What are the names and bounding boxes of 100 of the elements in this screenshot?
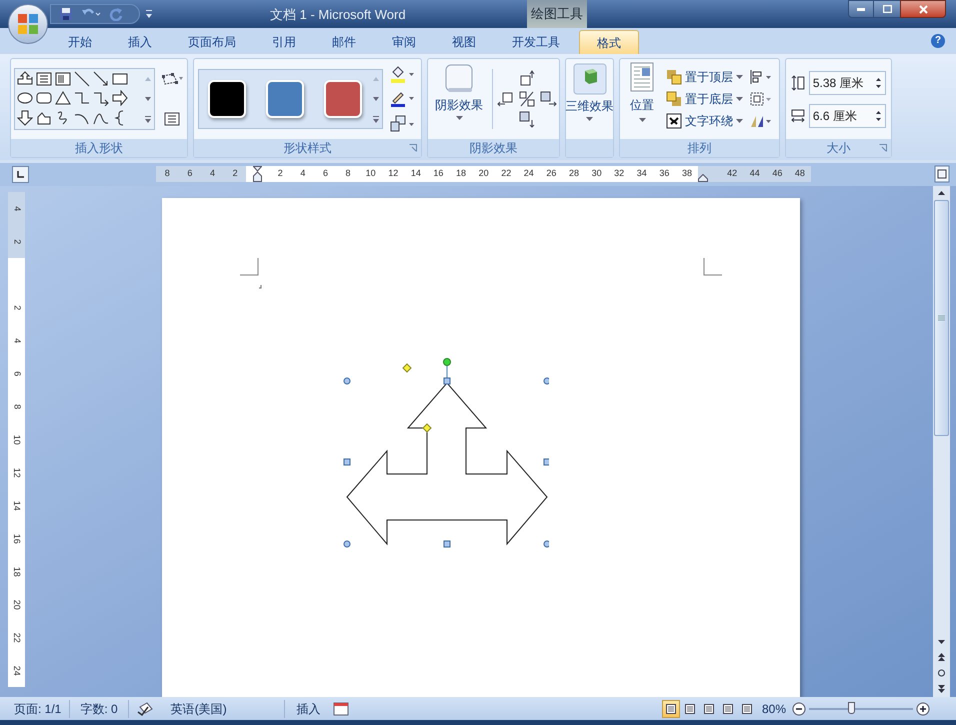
double-arrow-shape[interactable] [346, 382, 548, 546]
fill-bucket-icon[interactable] [389, 66, 415, 84]
scrollbar-thumb[interactable] [934, 200, 949, 436]
page-count[interactable]: 页面: 1/1 [0, 700, 70, 718]
word-count[interactable]: 字数: 0 [70, 700, 129, 718]
proofing-icon[interactable] [136, 700, 155, 716]
text-wrapping-button[interactable]: 文字环绕 [666, 112, 743, 130]
ruler-number: 10 [359, 166, 382, 182]
nudge-down-icon[interactable] [518, 110, 536, 128]
help-button[interactable]: ? [931, 34, 945, 48]
right-arrow-icon[interactable] [112, 90, 128, 106]
language-indicator[interactable]: 英语(美国) [162, 700, 285, 718]
style-swatch[interactable] [324, 80, 362, 118]
tab-selector-button[interactable] [12, 166, 29, 183]
rectangle-icon[interactable] [112, 71, 128, 87]
ruler-number: 4 [292, 166, 314, 182]
resize-handle[interactable] [444, 378, 450, 384]
nudge-up-icon[interactable] [518, 70, 536, 88]
resize-handle[interactable] [444, 540, 450, 548]
spinner-icon[interactable] [875, 108, 882, 122]
change-shape-icon[interactable] [389, 114, 415, 132]
office-button[interactable] [8, 4, 48, 44]
position-button[interactable]: 位置 [624, 62, 660, 136]
oval-icon[interactable] [17, 90, 33, 106]
triangle-icon[interactable] [55, 90, 71, 106]
resize-handle[interactable] [344, 540, 350, 548]
send-to-back-button[interactable]: 置于底层 [666, 90, 743, 108]
shadow-effects-button[interactable]: 阴影效果 [430, 62, 488, 136]
nudge-right-icon[interactable] [538, 90, 557, 108]
style-gallery[interactable] [198, 69, 383, 129]
ribbon-tab[interactable]: 页面布局 [171, 30, 253, 54]
resize-handle[interactable] [544, 458, 549, 466]
freeform-shape-icon[interactable] [36, 110, 52, 126]
ribbon-tab[interactable]: 引用 [255, 30, 313, 54]
bring-to-front-button[interactable]: 置于顶层 [666, 68, 743, 86]
nudge-left-icon[interactable] [497, 90, 516, 108]
dropdown-arrow-icon [586, 117, 593, 121]
save-icon[interactable] [59, 7, 73, 21]
right-indent-marker-icon[interactable] [698, 174, 708, 182]
ruler-number: 2 [11, 239, 24, 244]
ribbon-tab[interactable]: 审阅 [375, 30, 433, 54]
pen-icon[interactable] [389, 90, 415, 108]
ribbon-tab[interactable]: 开发工具 [495, 30, 577, 54]
vertical-text-box-icon[interactable] [55, 71, 71, 87]
customize-menu-icon[interactable] [145, 9, 153, 19]
resize-handle[interactable] [544, 378, 549, 384]
adjustment-handle[interactable] [402, 363, 412, 373]
print-layout-button[interactable] [662, 700, 680, 718]
ribbon-tab[interactable]: 插入 [111, 30, 169, 54]
3d-effects-button[interactable]: 三维效果 [566, 63, 613, 121]
maximize-button[interactable] [874, 0, 900, 18]
elbow-connector-icon[interactable] [74, 90, 90, 106]
zoom-slider-thumb[interactable] [848, 702, 855, 714]
position-icon [630, 62, 654, 92]
dropdown-arrow-icon [736, 97, 743, 101]
group-footer [566, 139, 613, 157]
dialog-launcher-icon[interactable] [409, 144, 417, 152]
shapes-gallery[interactable] [14, 68, 155, 130]
height-field[interactable]: 5.38 厘米 [808, 70, 886, 94]
down-arrow-icon[interactable] [17, 110, 33, 126]
ruler-number: 12 [382, 166, 405, 182]
shadow-toggle-icon[interactable] [518, 90, 536, 108]
indent-marker-icon[interactable] [253, 166, 262, 182]
text-box-icon[interactable] [36, 71, 52, 87]
ruler-number: 2 [268, 166, 292, 182]
ribbon-tab[interactable]: 视图 [435, 30, 493, 54]
minimize-button[interactable] [848, 0, 874, 18]
insert-mode-indicator[interactable]: 插入 [284, 700, 333, 718]
ribbon-tab[interactable]: 格式 [579, 30, 639, 54]
group-label: 排列 [620, 139, 779, 157]
bent-arrow-icon[interactable] [17, 71, 33, 87]
zoom-in-icon[interactable] [916, 702, 930, 716]
style-swatch[interactable] [208, 80, 246, 118]
arrow-icon[interactable] [93, 71, 109, 87]
dialog-launcher-icon[interactable] [879, 144, 887, 152]
spinner-icon[interactable] [875, 76, 882, 90]
adjustment-handle[interactable] [422, 423, 432, 433]
line-icon[interactable] [74, 71, 90, 87]
zoom-level[interactable]: 80% [756, 700, 792, 718]
zoom-out-icon[interactable] [792, 702, 806, 716]
edit-shape-icon[interactable] [161, 72, 183, 86]
window-title: 文档 1 - Microsoft Word [270, 6, 406, 24]
align-icon[interactable] [749, 69, 773, 85]
rotation-handle[interactable] [443, 358, 451, 380]
text-box-icon[interactable] [164, 112, 180, 126]
elbow-arrow-icon[interactable] [93, 90, 109, 106]
resize-handle[interactable] [544, 540, 549, 548]
ribbon-tab[interactable]: 开始 [51, 30, 109, 54]
width-field[interactable]: 6.6 厘米 [808, 104, 886, 128]
ribbon-tab[interactable]: 邮件 [315, 30, 373, 54]
view-ruler-icon[interactable] [934, 165, 950, 183]
ruler-number: 20 [472, 166, 495, 182]
rounded-rectangle-icon[interactable] [36, 90, 52, 106]
macro-recording-icon[interactable] [332, 702, 349, 716]
resize-handle[interactable] [344, 378, 350, 384]
close-button[interactable] [900, 0, 946, 18]
left-tab-icon [17, 171, 24, 178]
style-swatch[interactable] [266, 80, 304, 118]
resize-handle[interactable] [344, 458, 350, 466]
group-icon[interactable] [749, 91, 773, 107]
